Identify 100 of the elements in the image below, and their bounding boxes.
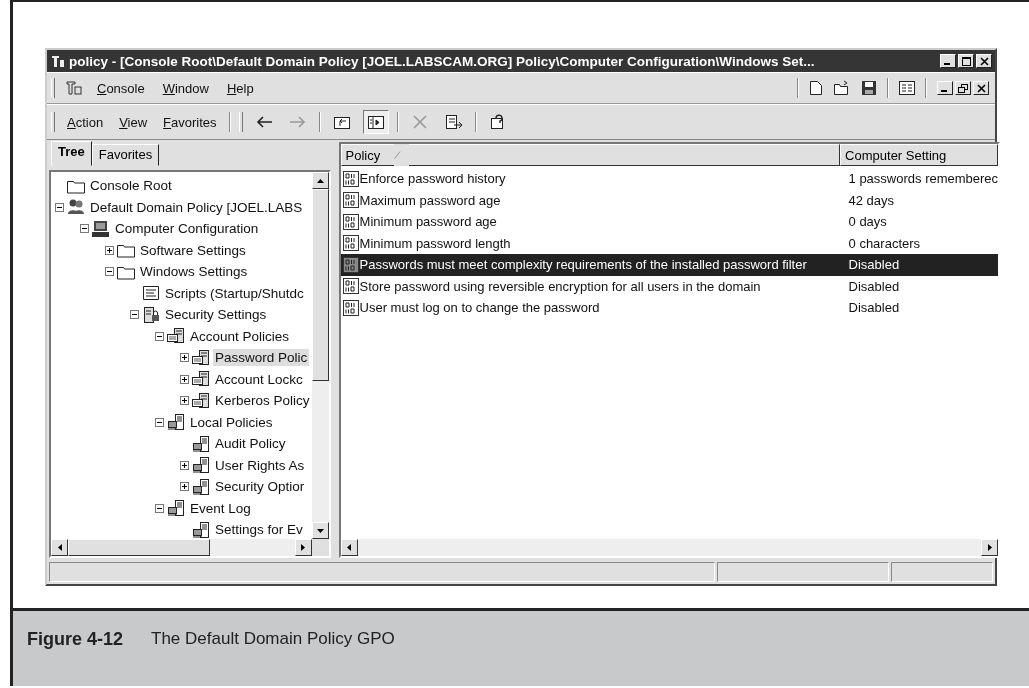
- binary-policy-icon: [342, 299, 359, 316]
- policy-setting: Disabled: [848, 300, 900, 316]
- tree-item[interactable]: Security Settings: [163, 306, 269, 324]
- tree-item[interactable]: Computer Configuration: [113, 220, 261, 238]
- collapse-icon[interactable]: [155, 331, 164, 341]
- policy-setting: 1 passwords rememberec: [848, 171, 999, 187]
- list-row[interactable]: Minimum password age 0 days: [340, 211, 999, 233]
- policy-setting: Disabled: [848, 257, 900, 273]
- tree-item[interactable]: Scripts (Startup/Shutdc: [163, 284, 306, 302]
- horizontal-scrollbar[interactable]: [340, 539, 999, 556]
- binary-policy-icon: [342, 170, 359, 187]
- horizontal-scrollbar[interactable]: [51, 539, 329, 556]
- list-row[interactable]: Passwords must meet complexity requirements of the installed password filter Disabled: [340, 254, 999, 276]
- pane-tab[interactable]: Favorites: [91, 144, 160, 166]
- left-arrow-icon: [347, 544, 352, 551]
- collapse-icon[interactable]: [55, 202, 64, 212]
- menu-item[interactable]: View: [115, 114, 152, 130]
- policy-setting: 42 days: [848, 192, 895, 208]
- menu-item[interactable]: Window: [158, 80, 213, 96]
- collapse-icon[interactable]: [155, 503, 164, 513]
- restore-icon: [958, 83, 968, 93]
- binary-policy-icon: [342, 256, 359, 273]
- collapse-icon[interactable]: [80, 224, 89, 234]
- column-header[interactable]: Policy: [340, 144, 395, 166]
- collapse-icon[interactable]: [155, 417, 164, 427]
- window-title: policy - [Console Root\Default Domain Policy [JOEL.LABSCAM.ORG] Policy\Computer Configuration\Windows Set...: [69, 53, 816, 69]
- tree-item[interactable]: Password Polic: [213, 349, 310, 367]
- expand-icon[interactable]: [180, 396, 189, 406]
- right-arrow-icon: [301, 544, 306, 551]
- lock-server-icon: [141, 305, 161, 324]
- tree-item[interactable]: Event Log: [188, 499, 253, 517]
- list-row[interactable]: User must log on to change the password Disabled: [340, 297, 999, 319]
- server-icon: [166, 413, 186, 432]
- server-icon: [166, 499, 186, 518]
- expand-icon[interactable]: [180, 353, 189, 363]
- maximize-icon: [961, 56, 971, 66]
- minimize-button[interactable]: [940, 54, 956, 68]
- properties-icon[interactable]: [899, 81, 915, 95]
- server-icon: [191, 520, 211, 539]
- policy-name: Enforce password history: [359, 171, 507, 187]
- close-button[interactable]: [973, 81, 989, 95]
- list-row[interactable]: Store password using reversible encryption for all users in the domain Disabled: [340, 275, 999, 297]
- figure-caption: The Default Domain Policy GPO: [151, 629, 395, 649]
- binary-policy-icon: [342, 213, 359, 230]
- tree-item[interactable]: Software Settings: [138, 241, 248, 259]
- tree-item[interactable]: Default Domain Policy [JOEL.LABS: [88, 198, 305, 216]
- right-arrow-icon: [987, 544, 992, 551]
- column-header[interactable]: Computer Setting: [840, 144, 999, 166]
- restore-button[interactable]: [955, 81, 971, 95]
- computer-icon: [91, 219, 111, 238]
- tree-item[interactable]: Console Root: [88, 177, 174, 195]
- list-row[interactable]: Minimum password length 0 characters: [340, 232, 999, 254]
- tree-item[interactable]: Account Lockc: [213, 370, 305, 388]
- tree-pane-icon[interactable]: [362, 110, 389, 134]
- tree-item[interactable]: Settings for Ev: [213, 521, 305, 539]
- menu-item[interactable]: Favorites: [159, 114, 221, 130]
- menu-item[interactable]: Help: [222, 80, 258, 96]
- tree-item[interactable]: User Rights As: [213, 456, 307, 474]
- close-icon: [976, 83, 986, 93]
- collapse-icon[interactable]: [105, 267, 114, 277]
- maximize-button[interactable]: [958, 54, 974, 68]
- collapse-icon[interactable]: [130, 310, 139, 320]
- policy-setting: Disabled: [848, 278, 900, 294]
- expand-icon[interactable]: [105, 245, 114, 255]
- expand-icon[interactable]: [180, 460, 189, 470]
- policy-name: User must log on to change the password: [359, 300, 601, 316]
- up-arrow-icon: [316, 178, 324, 183]
- policy-setting: 0 days: [848, 214, 887, 230]
- expand-icon[interactable]: [180, 482, 189, 492]
- policy-name: Minimum password length: [359, 235, 512, 251]
- server-icon: [191, 391, 211, 410]
- tree-item[interactable]: Account Policies: [188, 327, 292, 345]
- down-arrow-icon: [316, 528, 324, 533]
- tree-item[interactable]: Windows Settings: [138, 263, 250, 281]
- tree-item[interactable]: Security Optior: [213, 478, 307, 496]
- list-row[interactable]: Enforce password history 1 passwords rememberec: [340, 168, 999, 190]
- people-icon: [66, 198, 86, 217]
- expand-icon[interactable]: [180, 374, 189, 384]
- policy-name: Passwords must meet complexity requirements of the installed password filter: [359, 257, 808, 273]
- vertical-scrollbar[interactable]: [311, 172, 329, 539]
- menu-item[interactable]: Console: [93, 80, 149, 96]
- policy-name: Maximum password age: [359, 192, 502, 208]
- tree-item[interactable]: Local Policies: [188, 413, 275, 431]
- binary-policy-icon: [342, 192, 359, 209]
- new-document-icon[interactable]: [809, 80, 823, 96]
- policy-name: Minimum password age: [359, 214, 498, 230]
- menu-item[interactable]: Action: [63, 114, 108, 130]
- pane-tab[interactable]: Tree: [51, 141, 92, 166]
- save-icon[interactable]: [861, 80, 877, 96]
- app-icon: [50, 53, 66, 69]
- minimize-button[interactable]: [937, 81, 953, 95]
- tree-item[interactable]: Audit Policy: [213, 435, 288, 453]
- sort-icon: [394, 151, 402, 159]
- list-row[interactable]: Maximum password age 42 days: [340, 189, 999, 211]
- tree-item[interactable]: Kerberos Policy: [213, 392, 312, 410]
- close-button[interactable]: [976, 54, 992, 68]
- binary-policy-icon: [342, 278, 359, 295]
- open-folder-icon[interactable]: [833, 80, 851, 96]
- server-icon: [191, 348, 211, 367]
- server-icon: [191, 370, 211, 389]
